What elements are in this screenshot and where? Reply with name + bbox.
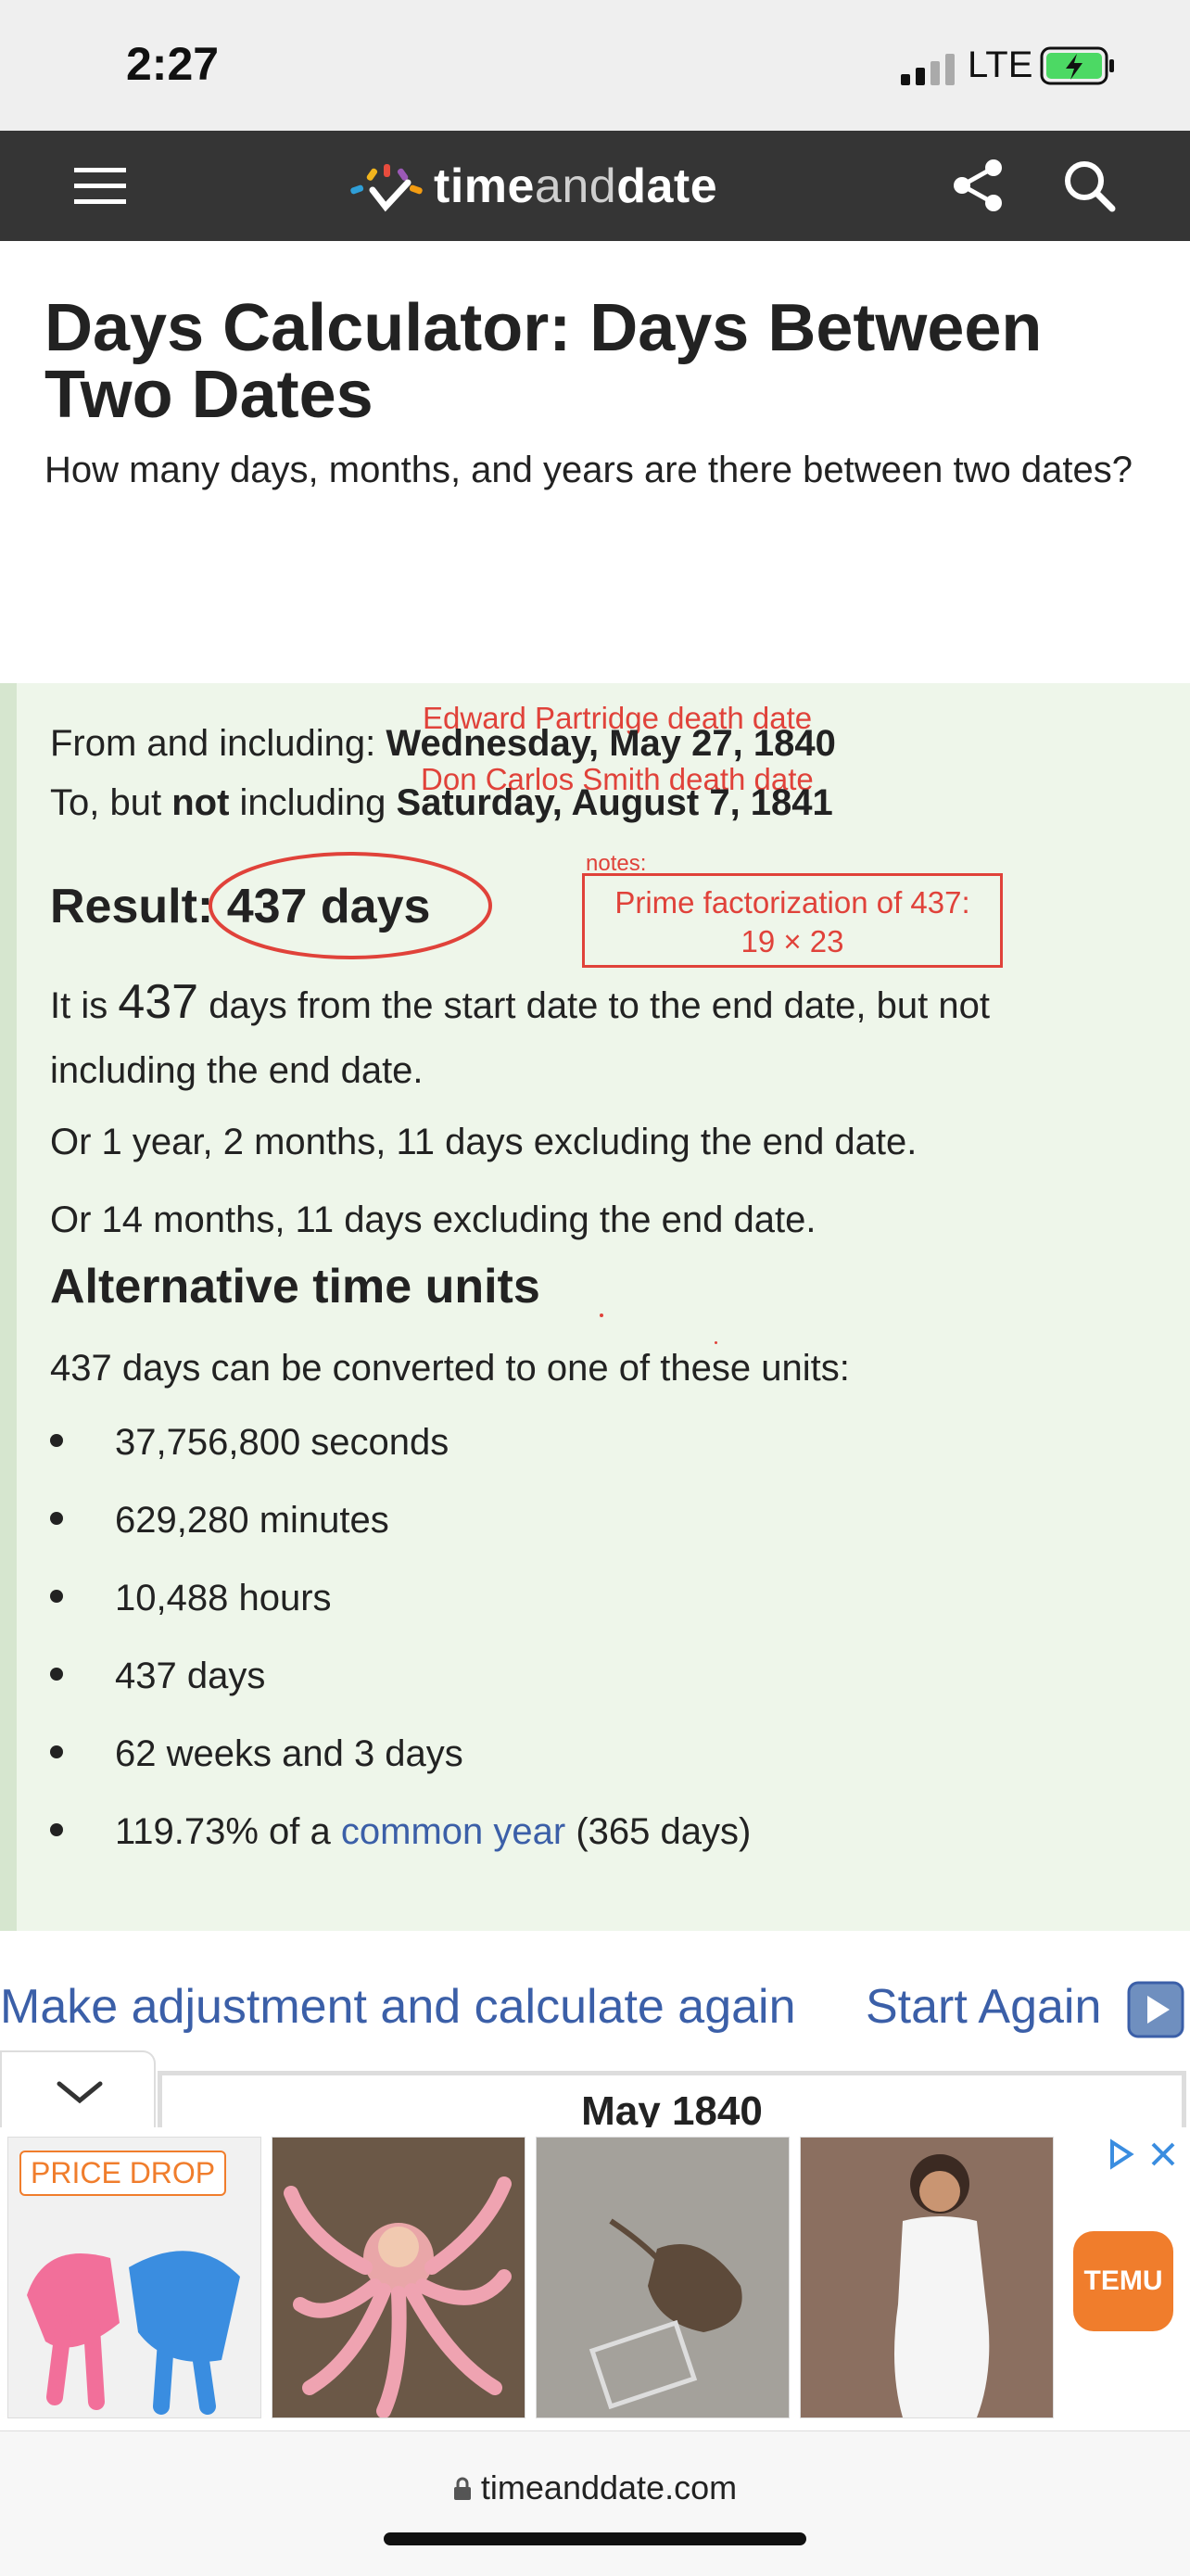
brand-date: date	[616, 159, 718, 213]
ad-choices-icon[interactable]	[1105, 2138, 1136, 2170]
calendar-frame: May 1840	[158, 2071, 1186, 2134]
to-label-2: including	[229, 782, 397, 823]
collapse-ad-tab[interactable]	[0, 2050, 156, 2128]
ad-banner[interactable]: PRICE DROP TEMU	[0, 2127, 1190, 2433]
temu-logo[interactable]: TEMU	[1073, 2231, 1173, 2331]
to-label: To, but	[50, 782, 172, 823]
lock-icon	[453, 2470, 472, 2509]
annotation-dot	[715, 1341, 717, 1344]
from-label: From and including:	[50, 723, 386, 764]
prime-note-box: Prime factorization of 437: 19 × 23	[582, 873, 1003, 968]
start-again-link[interactable]: Start Again	[866, 1979, 1101, 2035]
list-item: 62 weeks and 3 days	[50, 1733, 463, 1775]
from-value: Wednesday, May 27, 1840	[386, 723, 836, 764]
battery-charging-icon	[1040, 46, 1116, 85]
page-title: Days Calculator: Days Between Two Dates	[44, 291, 1043, 432]
status-time: 2:27	[126, 38, 220, 90]
result-label: Result:	[50, 880, 227, 933]
site-brand[interactable]: timeanddate	[434, 159, 717, 214]
chevron-down-icon	[57, 2081, 103, 2104]
adjust-link[interactable]: Make adjustment and calculate again	[0, 1979, 796, 2035]
ad-image-product[interactable]: PRICE DROP	[7, 2137, 261, 2418]
url-text: timeanddate.com	[480, 2468, 738, 2506]
result-description: It is 437 days from the start date to th…	[50, 970, 1144, 1103]
home-indicator[interactable]	[384, 2532, 806, 2545]
search-icon[interactable]	[1062, 159, 1118, 214]
calendar-month-title: May 1840	[581, 2088, 763, 2134]
ad-image-trap[interactable]	[536, 2137, 790, 2418]
url-display[interactable]: timeanddate.com	[0, 2468, 1190, 2509]
ad-image-model[interactable]	[800, 2137, 1054, 2418]
common-year-link[interactable]: common year	[341, 1811, 565, 1852]
list-item: 119.73% of a common year (365 days)	[50, 1811, 751, 1853]
desc-prefix: It is	[50, 985, 119, 1026]
annotation-dot	[600, 1313, 603, 1317]
to-value: Saturday, August 7, 1841	[396, 782, 833, 823]
site-header: timeanddate	[0, 131, 1190, 241]
close-icon[interactable]	[1149, 2140, 1177, 2168]
to-not: not	[171, 782, 230, 823]
menu-icon[interactable]	[74, 166, 126, 207]
play-icon[interactable]	[1127, 1981, 1184, 2038]
status-bar: 2:27 LTE	[0, 0, 1190, 131]
list-item: 37,756,800 seconds	[50, 1422, 449, 1464]
from-line: From and including: Wednesday, May 27, 1…	[50, 723, 836, 765]
result-circle-annotation	[206, 849, 495, 962]
action-links: Make adjustment and calculate again Star…	[0, 1979, 1190, 2044]
site-logo[interactable]	[343, 159, 432, 216]
desc-number: 437	[118, 975, 199, 1029]
list-item: 629,280 minutes	[50, 1500, 389, 1542]
alt-ymd: Or 1 year, 2 months, 11 days excluding t…	[50, 1122, 918, 1162]
share-icon[interactable]	[951, 157, 1006, 214]
signal-icon	[901, 54, 960, 85]
prime-note-line2: 19 × 23	[741, 924, 844, 958]
ad-image-costume[interactable]	[272, 2137, 525, 2418]
brand-and: and	[534, 159, 617, 213]
to-line: To, but not including Saturday, August 7…	[50, 782, 833, 824]
units-intro: 437 days can be converted to one of thes…	[50, 1348, 850, 1389]
brand-time: time	[434, 159, 535, 213]
network-label: LTE	[968, 44, 1033, 85]
prime-note-line1: Prime factorization of 437:	[614, 885, 970, 920]
list-item: 10,488 hours	[50, 1578, 332, 1619]
price-drop-badge: PRICE DROP	[19, 2151, 227, 2196]
browser-url-bar[interactable]: timeanddate.com	[0, 2430, 1190, 2576]
list-item: 437 days	[50, 1656, 265, 1697]
units-heading: Alternative time units	[50, 1260, 540, 1313]
alt-months: Or 14 months, 11 days excluding the end …	[50, 1199, 817, 1240]
page-subtitle: How many days, months, and years are the…	[44, 450, 1133, 490]
